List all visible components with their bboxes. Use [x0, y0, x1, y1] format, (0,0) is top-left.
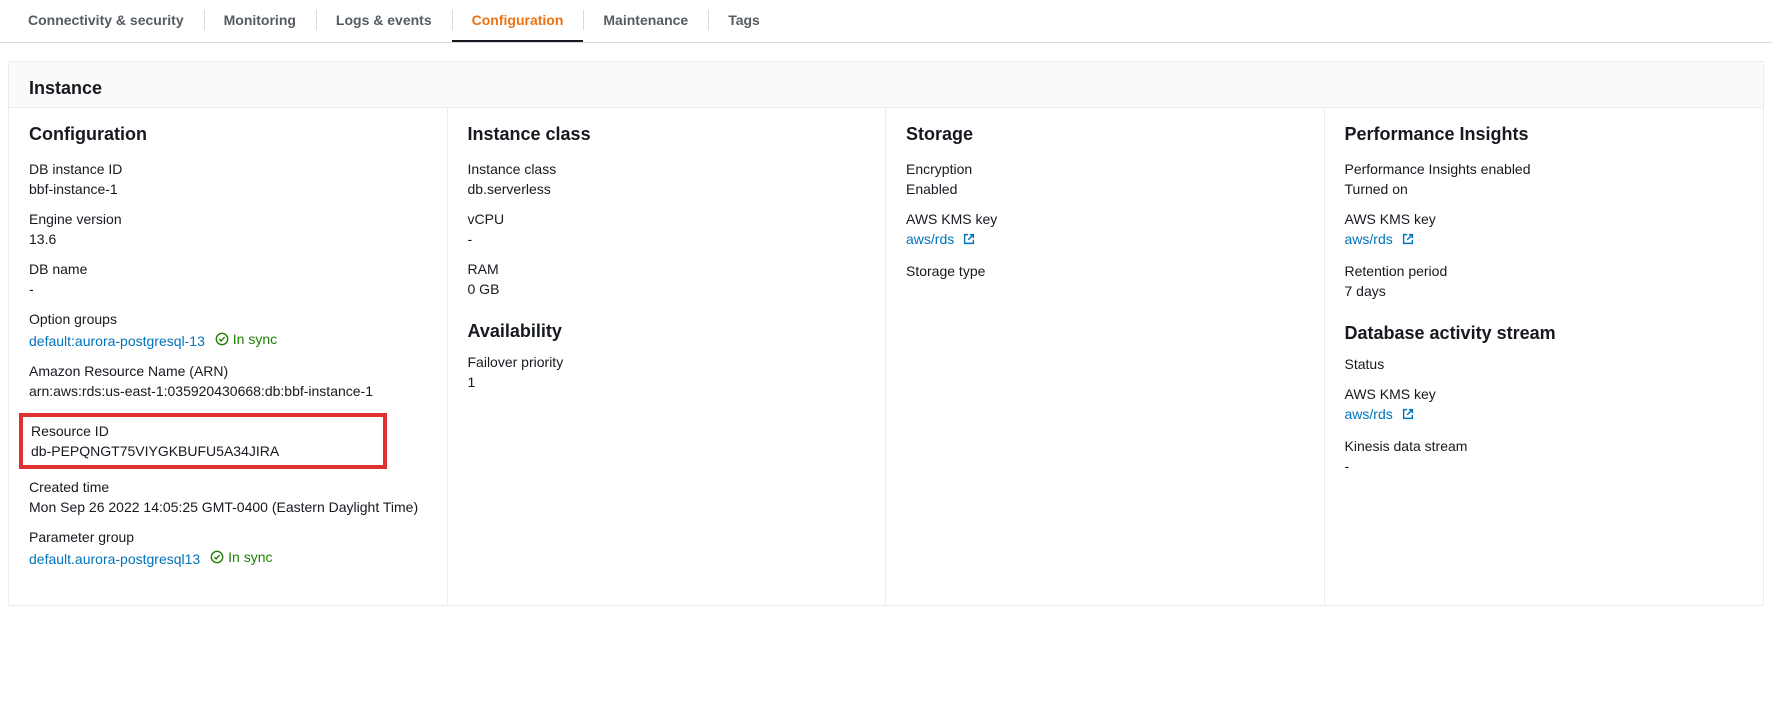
external-link-icon — [962, 232, 976, 249]
das-title: Database activity stream — [1345, 323, 1744, 344]
field-storage-type: Storage type — [906, 263, 1304, 279]
value-arn: arn:aws:rds:us-east-1:035920430668:db:bb… — [29, 383, 427, 399]
field-parameter-group: Parameter group default.aurora-postgresq… — [29, 529, 427, 567]
label-instance-class: Instance class — [468, 161, 866, 177]
field-perf-kms: AWS KMS key aws/rds — [1345, 211, 1744, 249]
label-das-status: Status — [1345, 356, 1744, 372]
tab-logs-events[interactable]: Logs & events — [316, 0, 452, 42]
tab-bar: Connectivity & security Monitoring Logs … — [0, 0, 1772, 43]
label-encryption: Encryption — [906, 161, 1304, 177]
value-engine-version: 13.6 — [29, 231, 427, 247]
label-perf-enabled: Performance Insights enabled — [1345, 161, 1744, 177]
status-option-group-text: In sync — [233, 331, 277, 347]
field-failover: Failover priority 1 — [468, 354, 866, 390]
field-storage-kms: AWS KMS key aws/rds — [906, 211, 1304, 249]
tab-tags[interactable]: Tags — [708, 0, 780, 42]
label-das-kms: AWS KMS key — [1345, 386, 1744, 402]
value-created-time: Mon Sep 26 2022 14:05:25 GMT-0400 (Easte… — [29, 499, 427, 515]
field-instance-class: Instance class db.serverless — [468, 161, 866, 197]
link-perf-kms[interactable]: aws/rds — [1345, 231, 1393, 247]
field-perf-enabled: Performance Insights enabled Turned on — [1345, 161, 1744, 197]
storage-title: Storage — [906, 124, 1304, 145]
label-db-name: DB name — [29, 261, 427, 277]
field-encryption: Encryption Enabled — [906, 161, 1304, 197]
col-performance-insights: Performance Insights Performance Insight… — [1325, 108, 1764, 605]
label-retention: Retention period — [1345, 263, 1744, 279]
value-db-instance-id: bbf-instance-1 — [29, 181, 427, 197]
label-perf-kms: AWS KMS key — [1345, 211, 1744, 227]
tab-monitoring[interactable]: Monitoring — [204, 0, 316, 42]
tab-maintenance[interactable]: Maintenance — [583, 0, 708, 42]
availability-title: Availability — [468, 321, 866, 342]
instance-panel: Instance Configuration DB instance ID bb… — [8, 61, 1764, 606]
instance-class-title: Instance class — [468, 124, 866, 145]
value-instance-class: db.serverless — [468, 181, 866, 197]
label-option-groups: Option groups — [29, 311, 427, 327]
field-vcpu: vCPU - — [468, 211, 866, 247]
status-parameter-group: In sync — [210, 549, 272, 565]
col-instance-class: Instance class Instance class db.serverl… — [448, 108, 887, 605]
value-vcpu: - — [468, 231, 866, 247]
field-resource-id: Resource ID db-PEPQNGT75VIYGKBUFU5A34JIR… — [31, 423, 375, 459]
label-engine-version: Engine version — [29, 211, 427, 227]
value-retention: 7 days — [1345, 283, 1744, 299]
label-storage-type: Storage type — [906, 263, 1304, 279]
label-failover: Failover priority — [468, 354, 866, 370]
check-circle-icon — [210, 550, 224, 564]
label-ram: RAM — [468, 261, 866, 277]
label-db-instance-id: DB instance ID — [29, 161, 427, 177]
field-retention: Retention period 7 days — [1345, 263, 1744, 299]
label-resource-id: Resource ID — [31, 423, 375, 439]
col-storage: Storage Encryption Enabled AWS KMS key a… — [886, 108, 1325, 605]
label-das-kds: Kinesis data stream — [1345, 438, 1744, 454]
external-link-icon — [1401, 407, 1415, 424]
value-resource-id: db-PEPQNGT75VIYGKBUFU5A34JIRA — [31, 443, 375, 459]
field-das-kds: Kinesis data stream - — [1345, 438, 1744, 474]
label-vcpu: vCPU — [468, 211, 866, 227]
panel-title: Instance — [9, 62, 1763, 108]
value-perf-enabled: Turned on — [1345, 181, 1744, 197]
link-das-kms[interactable]: aws/rds — [1345, 406, 1393, 422]
value-db-name: - — [29, 281, 427, 297]
field-das-kms: AWS KMS key aws/rds — [1345, 386, 1744, 424]
label-arn: Amazon Resource Name (ARN) — [29, 363, 427, 379]
label-parameter-group: Parameter group — [29, 529, 427, 545]
field-engine-version: Engine version 13.6 — [29, 211, 427, 247]
configuration-title: Configuration — [29, 124, 427, 145]
status-parameter-group-text: In sync — [228, 549, 272, 565]
external-link-icon — [1401, 232, 1415, 249]
link-storage-kms[interactable]: aws/rds — [906, 231, 954, 247]
check-circle-icon — [215, 332, 229, 346]
status-option-group: In sync — [215, 331, 277, 347]
value-failover: 1 — [468, 374, 866, 390]
value-ram: 0 GB — [468, 281, 866, 297]
col-configuration: Configuration DB instance ID bbf-instanc… — [9, 108, 448, 605]
label-storage-kms: AWS KMS key — [906, 211, 1304, 227]
highlight-resource-id: Resource ID db-PEPQNGT75VIYGKBUFU5A34JIR… — [19, 413, 387, 469]
field-das-status: Status — [1345, 356, 1744, 372]
tab-configuration[interactable]: Configuration — [452, 0, 584, 42]
field-option-groups: Option groups default:aurora-postgresql-… — [29, 311, 427, 349]
perf-title: Performance Insights — [1345, 124, 1744, 145]
field-db-instance-id: DB instance ID bbf-instance-1 — [29, 161, 427, 197]
link-option-group[interactable]: default:aurora-postgresql-13 — [29, 333, 205, 349]
link-parameter-group[interactable]: default.aurora-postgresql13 — [29, 551, 200, 567]
field-ram: RAM 0 GB — [468, 261, 866, 297]
value-das-kds: - — [1345, 458, 1744, 474]
label-created-time: Created time — [29, 479, 427, 495]
field-created-time: Created time Mon Sep 26 2022 14:05:25 GM… — [29, 479, 427, 515]
field-arn: Amazon Resource Name (ARN) arn:aws:rds:u… — [29, 363, 427, 399]
tab-connectivity-security[interactable]: Connectivity & security — [8, 0, 204, 42]
value-encryption: Enabled — [906, 181, 1304, 197]
field-db-name: DB name - — [29, 261, 427, 297]
